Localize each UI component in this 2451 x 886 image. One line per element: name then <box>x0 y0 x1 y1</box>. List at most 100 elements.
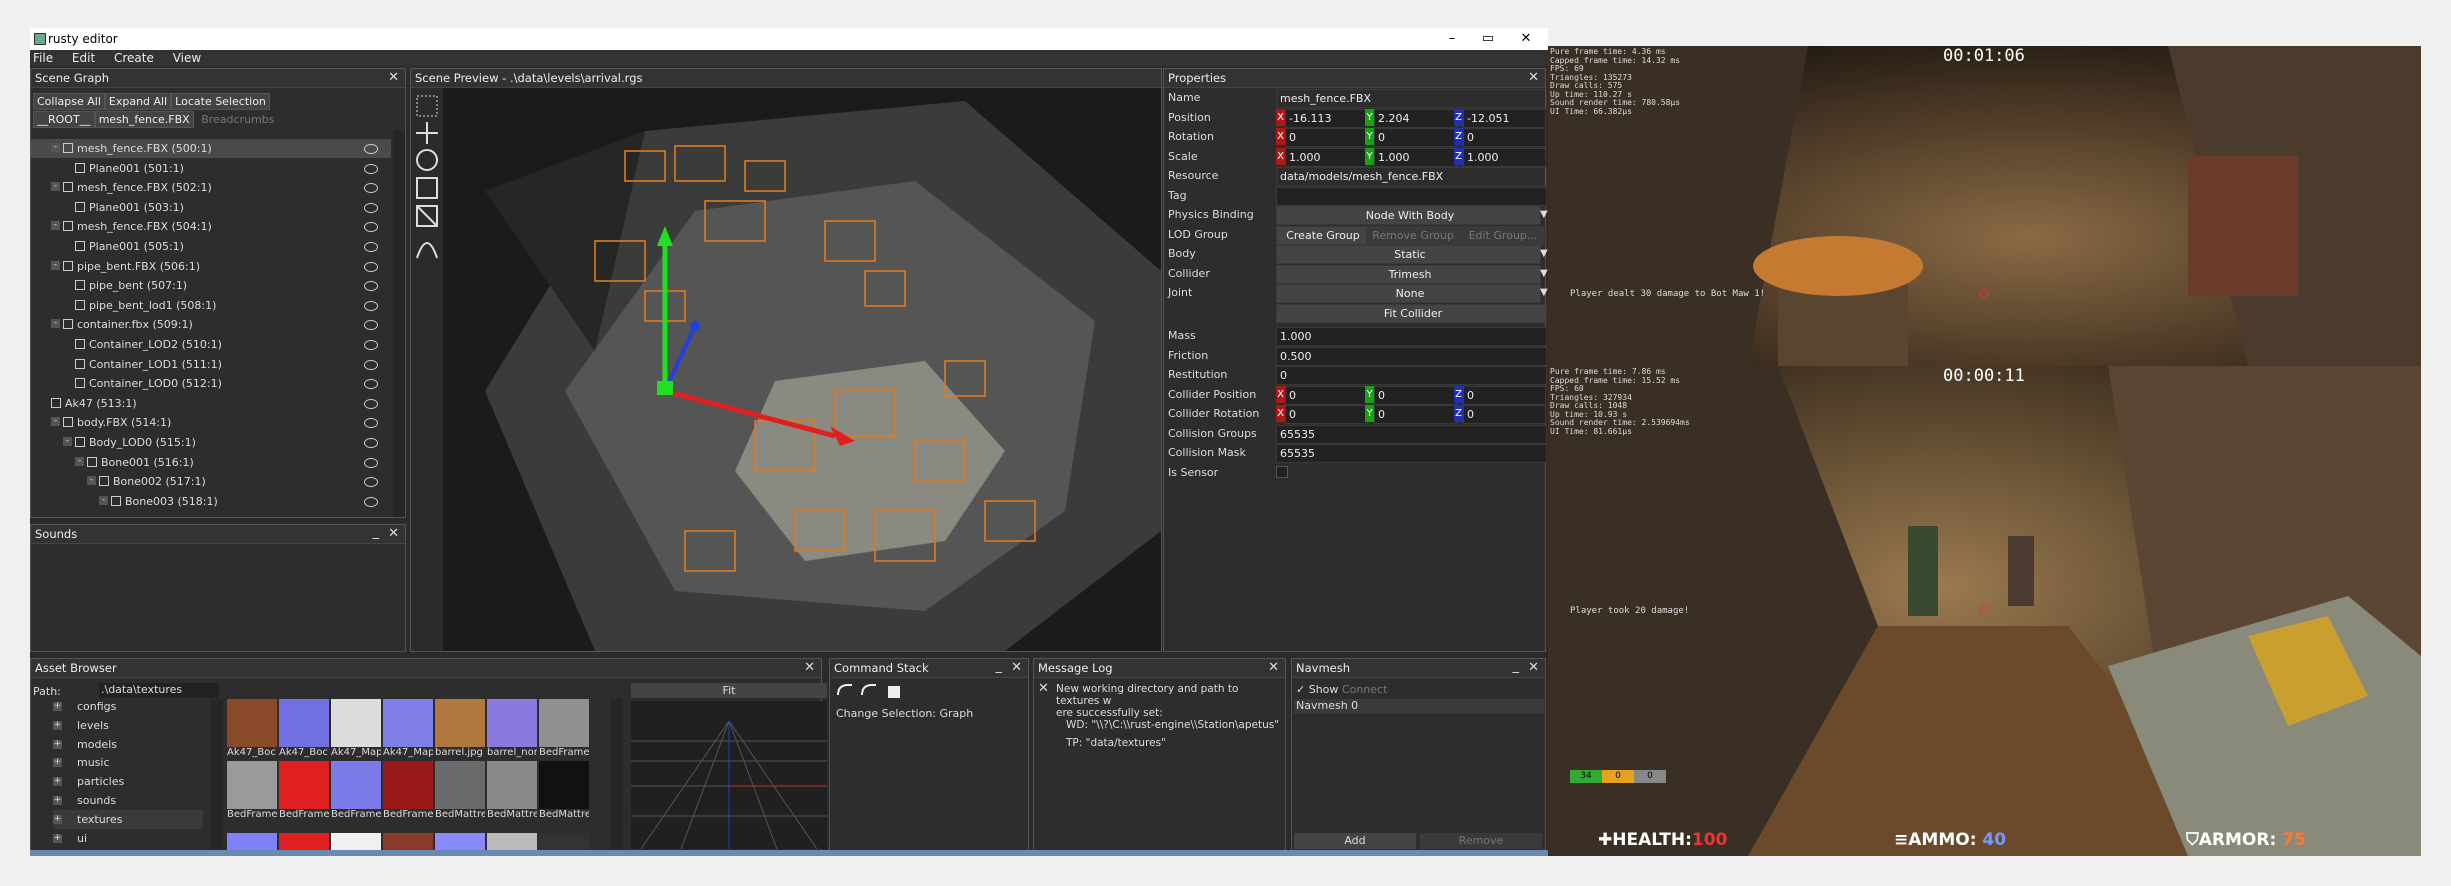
tree-item[interactable]: - container.fbx (509:1) <box>31 315 391 334</box>
menu-view[interactable]: View <box>173 50 201 66</box>
resource-field[interactable]: data/models/mesh_fence.FBX <box>1276 167 1547 186</box>
tree-item[interactable]: pipe_bent_lod1 (508:1) <box>31 296 391 315</box>
close-icon[interactable]: ✕ <box>388 525 399 543</box>
asset-thumbnail[interactable] <box>435 699 485 747</box>
scale-z-field[interactable]: 1.000 <box>1463 147 1546 167</box>
tree-item[interactable]: - pipe_bent.FBX (506:1) <box>31 257 391 276</box>
expand-toggle[interactable]: + <box>53 702 62 711</box>
menu-create[interactable]: Create <box>114 50 154 66</box>
collider-position-y-field[interactable]: 0 <box>1374 385 1457 405</box>
scale-x-field[interactable]: 1.000 <box>1285 147 1368 167</box>
minimize-icon[interactable]: _ <box>996 659 1003 675</box>
physics-binding-dropdown[interactable]: Node With Body <box>1276 206 1541 225</box>
add-navmesh-button[interactable]: Add <box>1294 833 1416 849</box>
breadcrumb-current[interactable]: mesh_fence.FBX <box>94 111 194 128</box>
rotation-z-field[interactable]: 0 <box>1463 128 1546 147</box>
folder-item[interactable]: + particles <box>53 772 203 791</box>
asset-thumbnail[interactable] <box>383 699 433 747</box>
minimize-icon[interactable]: _ <box>373 525 380 541</box>
tree-item[interactable]: Container_LOD1 (511:1) <box>31 355 391 374</box>
navmesh-item[interactable]: Navmesh 0 <box>1294 699 1544 714</box>
visibility-icon[interactable] <box>364 281 378 292</box>
expand-toggle[interactable]: + <box>53 814 62 824</box>
expand-toggle[interactable]: + <box>53 796 62 805</box>
chevron-down-icon[interactable]: ▼ <box>1540 265 1548 282</box>
close-icon[interactable]: ✕ <box>1528 69 1539 87</box>
tree-scrollbar[interactable] <box>393 131 405 517</box>
collision-groups-field[interactable]: 65535 <box>1276 424 1547 444</box>
close-icon[interactable]: ✕ <box>1528 659 1539 677</box>
expand-toggle[interactable]: - <box>51 319 60 329</box>
expand-toggle[interactable]: + <box>53 720 62 730</box>
asset-thumbnail[interactable] <box>487 761 537 809</box>
create-lod-group-button[interactable]: Create Group <box>1276 225 1367 245</box>
joint-dropdown[interactable]: None <box>1276 284 1541 303</box>
expand-toggle[interactable]: + <box>53 777 62 787</box>
tree-item[interactable]: Plane001 (501:1) <box>31 159 391 178</box>
expand-all-button[interactable]: Expand All <box>104 93 172 110</box>
breadcrumb-root[interactable]: __ROOT__ <box>33 111 95 128</box>
rotation-x-field[interactable]: 0 <box>1285 128 1368 147</box>
tree-item[interactable]: Container_LOD0 (512:1) <box>31 374 391 393</box>
visibility-icon[interactable] <box>364 477 378 488</box>
expand-toggle[interactable]: + <box>53 833 62 843</box>
chevron-down-icon[interactable]: ▼ <box>1540 245 1548 262</box>
visibility-icon[interactable] <box>364 320 378 331</box>
expand-toggle[interactable]: + <box>53 739 62 749</box>
expand-toggle[interactable]: - <box>51 221 60 231</box>
visibility-icon[interactable] <box>364 457 378 468</box>
tree-item[interactable]: - mesh_fence.FBX (500:1) <box>31 139 391 158</box>
expand-toggle[interactable]: - <box>51 143 60 152</box>
tree-item[interactable]: - Body_LOD0 (515:1) <box>31 433 391 452</box>
folder-item[interactable]: + music <box>53 753 203 772</box>
asset-thumbnail[interactable] <box>331 699 381 747</box>
folder-item[interactable]: + textures <box>53 809 203 829</box>
expand-toggle[interactable]: - <box>63 437 72 446</box>
tree-item[interactable]: - mesh_fence.FBX (504:1) <box>31 217 391 236</box>
restitution-field[interactable]: 0 <box>1276 366 1547 385</box>
visibility-icon[interactable] <box>364 300 378 311</box>
visibility-icon[interactable] <box>364 379 378 390</box>
command-entry[interactable]: Change Selection: Graph <box>836 707 973 720</box>
tree-item[interactable]: - body.FBX (514:1) <box>31 413 391 432</box>
visibility-icon[interactable] <box>364 163 378 174</box>
visibility-icon[interactable] <box>364 222 378 233</box>
visibility-icon[interactable] <box>364 242 378 252</box>
fit-button[interactable]: Fit <box>631 683 827 698</box>
folder-scrollbar[interactable] <box>211 699 223 849</box>
connect-button[interactable]: Connect <box>1342 683 1387 696</box>
asset-thumbnail[interactable] <box>331 761 381 809</box>
asset-thumbnail[interactable] <box>487 699 537 747</box>
asset-thumbnail[interactable] <box>539 699 589 747</box>
tree-item[interactable]: Plane001 (503:1) <box>31 198 391 217</box>
menu-file[interactable]: File <box>33 50 53 66</box>
asset-thumbnail[interactable] <box>227 761 277 809</box>
path-field[interactable]: .\data\textures <box>99 683 219 698</box>
collapse-all-button[interactable]: Collapse All <box>33 93 105 110</box>
tree-item[interactable]: - mesh_fence.FBX (502:1) <box>31 178 391 197</box>
tree-item[interactable]: - Bone001 (516:1) <box>31 453 391 472</box>
visibility-icon[interactable] <box>364 438 378 448</box>
friction-field[interactable]: 0.500 <box>1276 346 1547 366</box>
folder-item[interactable]: + configs <box>53 699 203 716</box>
scale-y-field[interactable]: 1.000 <box>1374 147 1457 167</box>
chevron-down-icon[interactable]: ▼ <box>1540 284 1548 301</box>
visibility-icon[interactable] <box>364 359 378 370</box>
collider-dropdown[interactable]: Trimesh <box>1276 264 1541 284</box>
minimize-icon[interactable]: _ <box>1513 659 1520 675</box>
expand-toggle[interactable]: - <box>99 495 108 505</box>
visibility-icon[interactable] <box>364 398 378 409</box>
folder-item[interactable]: + levels <box>53 716 203 735</box>
scene-viewport[interactable] <box>445 91 1161 651</box>
expand-toggle[interactable]: - <box>51 260 60 270</box>
folder-item[interactable]: + sounds <box>53 791 203 810</box>
undo-icon[interactable] <box>837 684 852 696</box>
menu-edit[interactable]: Edit <box>72 50 95 66</box>
tree-item[interactable]: pipe_bent (507:1) <box>31 276 391 295</box>
mass-field[interactable]: 1.000 <box>1276 327 1547 346</box>
redo-icon[interactable] <box>861 684 876 696</box>
rotation-y-field[interactable]: 0 <box>1374 128 1457 147</box>
visibility-icon[interactable] <box>364 261 378 272</box>
close-icon[interactable]: ✕ <box>1011 659 1022 677</box>
asset-thumbnail[interactable] <box>279 761 329 809</box>
